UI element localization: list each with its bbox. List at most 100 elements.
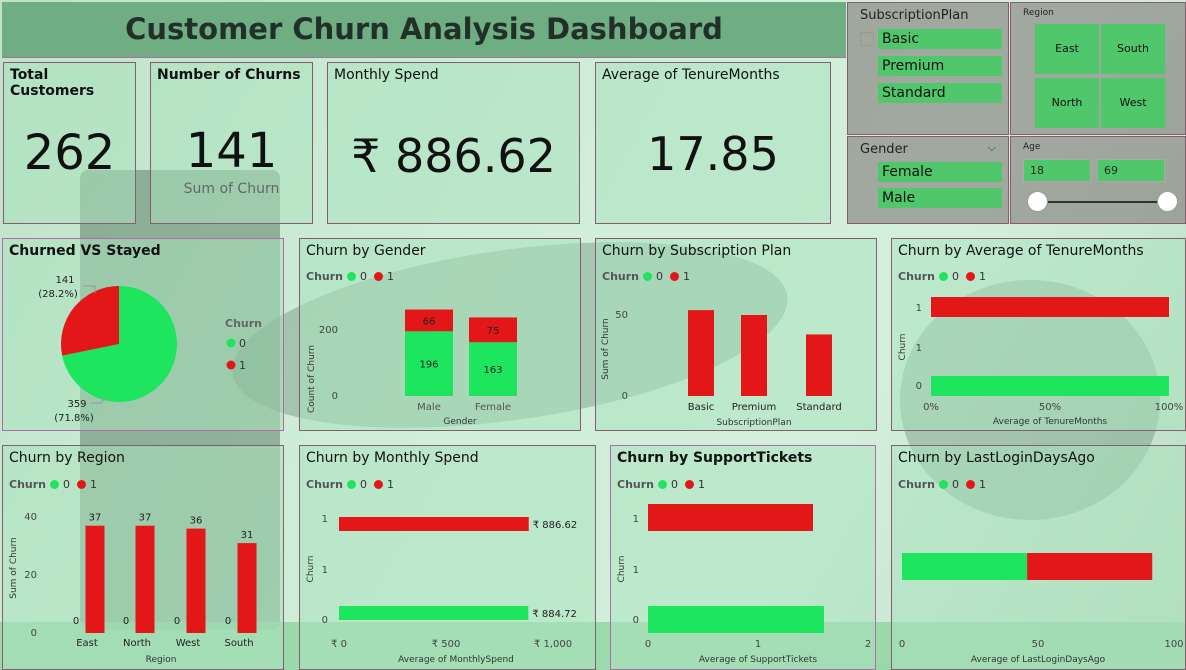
kpi-value: ₹ 886.62 (351, 129, 556, 183)
support-tickets-chart-panel[interactable]: Churn by SupportTickets Churn 0 1 Churn 1 … (610, 445, 876, 670)
pie-chart-panel[interactable]: Churned VS Stayed 141 (28.2%) 359 (71.8%… (2, 238, 284, 431)
gender-chart-panel[interactable]: Churn by Gender Churn 0 1 Count of Churn 2… (299, 238, 581, 431)
bar-churn-1[interactable] (931, 297, 1169, 317)
x-tick-label: Premium (732, 402, 777, 413)
bar-churn-1[interactable] (741, 315, 767, 396)
bar-churn-0[interactable] (339, 606, 529, 620)
kpi-label: Number of Churns (157, 67, 301, 83)
legend-dot-1 (226, 360, 236, 370)
slicer-title: Age (1023, 142, 1041, 152)
monthly-spend-chart-panel[interactable]: Churn by Monthly Spend Churn 0 1 Churn 1 1… (299, 445, 596, 670)
x-tick-label: ₹ 500 (432, 639, 461, 650)
data-label: ₹ 886.62 (533, 520, 578, 531)
bar-churn-0[interactable] (902, 553, 1028, 580)
x-tick-label: Standard (796, 402, 842, 413)
data-label: 0 (225, 616, 231, 627)
data-label: 37 (139, 513, 152, 524)
kpi-average-tenure[interactable]: Average of TenureMonths 17.85 (595, 62, 831, 224)
data-label: ₹ 884.72 (532, 609, 577, 620)
y-axis-label: Sum of Churn (9, 537, 19, 599)
region-slicer[interactable]: Region East South North West (1010, 2, 1186, 135)
data-label: 0 (73, 616, 79, 627)
pie-data-label: (28.2%) (38, 289, 78, 300)
slicer-option-male[interactable]: Male (878, 188, 1002, 208)
x-tick-label: East (76, 638, 98, 649)
kpi-total-customers[interactable]: Total Customers 262 (3, 62, 136, 224)
legend-label-1: 1 (239, 359, 246, 372)
slicer-title: Gender (860, 142, 908, 157)
last-login-chart-panel[interactable]: Churn by LastLoginDaysAgo Churn 0 1 0 50 1… (891, 445, 1186, 670)
region-tile-south[interactable]: South (1101, 24, 1165, 74)
page-title: Customer Churn Analysis Dashboard (125, 12, 723, 46)
bar-churn-1[interactable] (1027, 553, 1153, 580)
bar-churn-1[interactable] (688, 310, 714, 396)
age-slicer[interactable]: Age 18 69 (1010, 136, 1186, 224)
bar-churn-1[interactable] (85, 525, 105, 633)
data-label: 75 (487, 326, 500, 337)
bar-churn-0[interactable] (931, 376, 1169, 396)
x-tick-label: South (224, 638, 253, 649)
y-tick-label: 0 (916, 381, 922, 392)
subscription-chart-panel[interactable]: Churn by Subscription Plan Churn 0 1 Sum o… (595, 238, 877, 431)
slicer-option-standard[interactable]: Standard (878, 83, 1002, 103)
y-tick-label: 1 (916, 343, 922, 354)
title-banner: Customer Churn Analysis Dashboard (2, 2, 846, 58)
subscription-plan-slicer[interactable]: SubscriptionPlan Basic Premium Standard (847, 2, 1009, 135)
age-min-input[interactable]: 18 (1023, 159, 1091, 182)
x-tick-label: West (176, 638, 201, 649)
age-slider-track[interactable] (1037, 201, 1167, 203)
legend-dot-0 (226, 338, 236, 348)
bar-churn-1[interactable] (339, 517, 529, 531)
slicer-option-female[interactable]: Female (878, 162, 1002, 182)
pie-data-label: 141 (55, 275, 74, 286)
x-axis-label: Average of TenureMonths (993, 417, 1108, 427)
age-slider-max-handle[interactable] (1157, 191, 1178, 212)
y-tick-label: 0 (633, 615, 639, 626)
bar-churn-1[interactable] (186, 528, 206, 633)
region-tile-north[interactable]: North (1035, 78, 1099, 128)
legend-title: Churn (225, 317, 262, 330)
checkbox-icon[interactable] (860, 32, 874, 46)
x-axis-label: Average of SupportTickets (699, 655, 818, 665)
slicer-option-basic[interactable]: Basic (878, 29, 1002, 49)
x-tick-label: North (123, 638, 151, 649)
y-axis-label: Churn (306, 556, 316, 583)
y-tick-label: 1 (322, 565, 328, 576)
region-tile-east[interactable]: East (1035, 24, 1099, 74)
bar-churn-0[interactable] (648, 606, 824, 633)
x-tick-label: Female (475, 402, 511, 413)
slicer-option-premium[interactable]: Premium (878, 56, 1002, 76)
kpi-value: 141 (185, 123, 278, 179)
chevron-down-icon[interactable]: ⌵ (988, 141, 996, 155)
data-label: 36 (190, 516, 203, 527)
x-tick-label: ₹ 0 (331, 639, 347, 650)
y-tick-label: 20 (24, 570, 37, 581)
x-tick-label: Basic (688, 402, 714, 413)
kpi-monthly-spend[interactable]: Monthly Spend ₹ 886.62 (327, 62, 580, 224)
data-label: 196 (419, 360, 438, 371)
region-tile-west[interactable]: West (1101, 78, 1165, 128)
bar-churn-1[interactable] (135, 525, 155, 633)
tenure-chart-panel[interactable]: Churn by Average of TenureMonths Churn 0 1… (891, 238, 1186, 431)
age-slider-min-handle[interactable] (1027, 191, 1048, 212)
x-tick-label: 0% (923, 402, 939, 413)
gender-slicer[interactable]: Gender ⌵ Female Male (847, 136, 1009, 224)
x-axis-label: SubscriptionPlan (716, 418, 791, 428)
y-axis-label: Churn (617, 556, 627, 583)
bar-churn-1[interactable] (648, 504, 813, 531)
y-tick-label: 1 (916, 303, 922, 314)
age-max-input[interactable]: 69 (1097, 159, 1165, 182)
x-tick-label: 100 (1164, 639, 1183, 650)
y-tick-label: 40 (24, 512, 37, 523)
kpi-number-of-churns[interactable]: Number of Churns 141 Sum of Churn (150, 62, 313, 224)
y-axis-label: Churn (898, 334, 908, 361)
kpi-label: Average of TenureMonths (602, 67, 780, 83)
y-tick-label: 1 (633, 514, 639, 525)
region-chart-panel[interactable]: Churn by Region Churn 0 1 Sum of Churn 40 … (2, 445, 284, 670)
bar-churn-1[interactable] (237, 543, 257, 633)
data-label: 37 (89, 513, 102, 524)
bar-churn-1[interactable] (806, 334, 832, 396)
slicer-title: Region (1023, 8, 1054, 18)
data-label: 66 (423, 316, 436, 327)
x-tick-label: 50 (1032, 639, 1045, 650)
